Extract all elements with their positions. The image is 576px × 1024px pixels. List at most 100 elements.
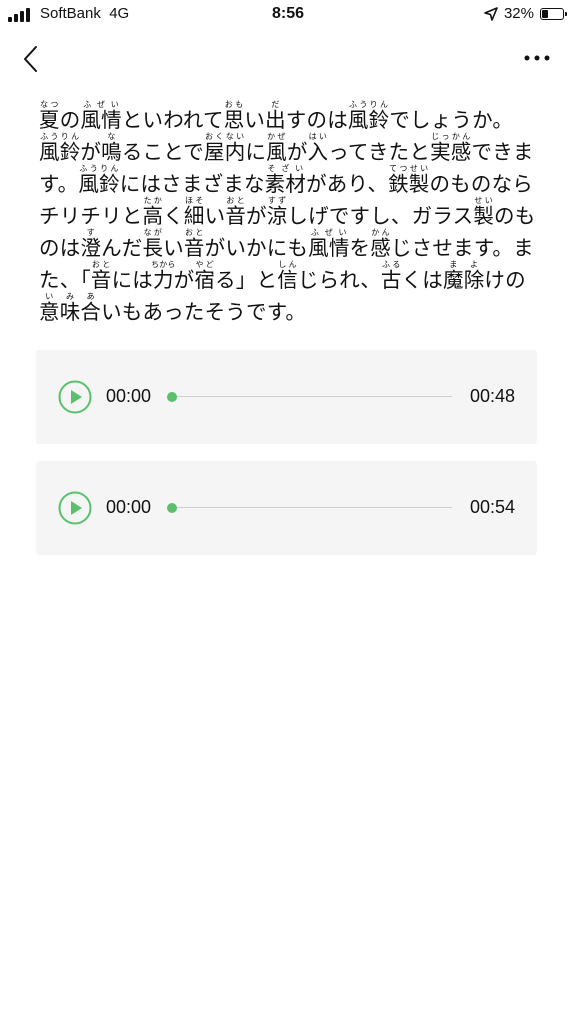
text-run: の (59, 108, 81, 132)
text-run: でしょうか。 (389, 108, 514, 132)
progress-track[interactable] (172, 396, 452, 397)
furigana: そざい (264, 164, 307, 173)
ruby-word: 風鈴ふうりん (78, 164, 120, 197)
more-options-button[interactable] (522, 48, 554, 68)
text-run: じられ、 (297, 268, 381, 292)
ruby-word: 素材そざい (264, 164, 307, 197)
text-run: といわれて (121, 108, 224, 132)
furigana: かぜ (266, 132, 287, 141)
furigana: しん (277, 260, 298, 269)
ruby-word: 音おと (225, 196, 247, 229)
text-run: く (163, 204, 184, 228)
furigana: おと (225, 196, 246, 205)
ruby-word: 力ちから (151, 260, 176, 293)
text-run: いもあったそうです。 (101, 300, 307, 324)
text-run: に (245, 140, 267, 164)
text-run: る」と (215, 268, 278, 292)
furigana: ふうりん (347, 100, 390, 109)
furigana: てつせい (388, 164, 430, 173)
text-run: がいかにも (204, 236, 309, 260)
ruby-word: 信しん (277, 260, 298, 293)
furigana: おも (223, 100, 245, 109)
back-button[interactable] (16, 42, 46, 76)
progress-knob[interactable] (167, 392, 177, 402)
furigana: ふぜい (308, 228, 350, 237)
text-run: い (204, 204, 226, 228)
text-run: が (246, 204, 267, 228)
furigana: なが (142, 228, 164, 237)
text-run: が (173, 268, 195, 292)
furigana: せい (473, 196, 494, 205)
furigana: おと (90, 260, 112, 269)
text-run: があり、 (306, 172, 389, 196)
ruby-word: 鳴な (101, 132, 122, 165)
text-run: を (349, 236, 371, 260)
furigana: ちから (151, 260, 176, 269)
text-run: が (286, 140, 308, 164)
battery-percent: 32% (503, 5, 534, 22)
play-button[interactable] (58, 491, 92, 525)
ruby-word: 宿やど (194, 260, 216, 293)
ruby-word: 出だ (265, 100, 286, 133)
furigana: すず (266, 196, 288, 205)
furigana: じっかん (430, 132, 472, 141)
ruby-word: 長なが (142, 228, 164, 261)
progress-track[interactable] (172, 507, 452, 508)
play-icon (58, 491, 92, 525)
article-text: 夏なつの風情ふぜいといわれて思おもい出だすのは風鈴ふうりんでしょうか。風鈴ふうり… (39, 100, 539, 328)
furigana: たか (142, 196, 164, 205)
current-time: 00:00 (106, 497, 152, 517)
ruby-word: 魔除まよ (443, 260, 485, 293)
furigana: おと (183, 228, 205, 237)
play-button[interactable] (58, 380, 92, 414)
duration: 00:48 (469, 386, 515, 406)
text-run: ってきたと (328, 140, 431, 164)
audio-player: 00:00 00:54 (36, 461, 537, 555)
current-time: 00:00 (106, 386, 152, 406)
furigana: ふうりん (78, 164, 120, 173)
furigana: なつ (39, 100, 60, 109)
duration: 00:54 (469, 497, 515, 517)
text-run: しげですし、ガラス (287, 204, 474, 228)
audio-player: 00:00 00:48 (36, 350, 537, 444)
furigana: だ (265, 100, 286, 109)
text-run: には (111, 268, 153, 292)
text-run: すのは (285, 108, 348, 132)
ruby-word: 入はい (307, 132, 329, 165)
furigana: ふうりん (39, 132, 81, 141)
progress-knob[interactable] (167, 503, 177, 513)
ruby-word: 風情ふぜい (308, 228, 350, 261)
ruby-word: 思おも (223, 100, 245, 133)
ruby-word: 高たか (142, 196, 164, 229)
furigana: いみあ (39, 292, 102, 301)
ruby-word: 澄す (80, 228, 102, 261)
text-run: い (244, 108, 266, 132)
furigana: な (101, 132, 122, 141)
ruby-word: 屋内おくない (204, 132, 246, 165)
ruby-word: 鉄製てつせい (388, 164, 430, 197)
battery-fill (542, 9, 548, 18)
furigana: ふる (380, 260, 402, 269)
furigana: ほそ (183, 196, 205, 205)
ruby-word: 音おと (183, 228, 205, 261)
furigana: おくない (204, 132, 246, 141)
furigana: かん (370, 228, 391, 237)
ruby-word: 意味合いみあ (39, 292, 102, 325)
furigana: はい (307, 132, 329, 141)
text-run: が (80, 140, 102, 164)
ruby-word: 感かん (370, 228, 391, 261)
battery-icon (540, 7, 567, 20)
text-run: んだ (101, 236, 143, 260)
furigana: ふぜい (80, 100, 122, 109)
ruby-word: 夏なつ (39, 100, 60, 133)
furigana: まよ (443, 260, 485, 269)
chevron-left-icon (24, 46, 37, 72)
ruby-word: 細ほそ (183, 196, 205, 229)
play-icon (58, 380, 92, 414)
furigana: す (80, 228, 102, 237)
status-right: 32% (484, 5, 567, 22)
text-run: ることで (121, 140, 204, 164)
ruby-word: 風情ふぜい (80, 100, 122, 133)
text-run: くは (401, 268, 444, 292)
ruby-word: 古ふる (380, 260, 402, 293)
